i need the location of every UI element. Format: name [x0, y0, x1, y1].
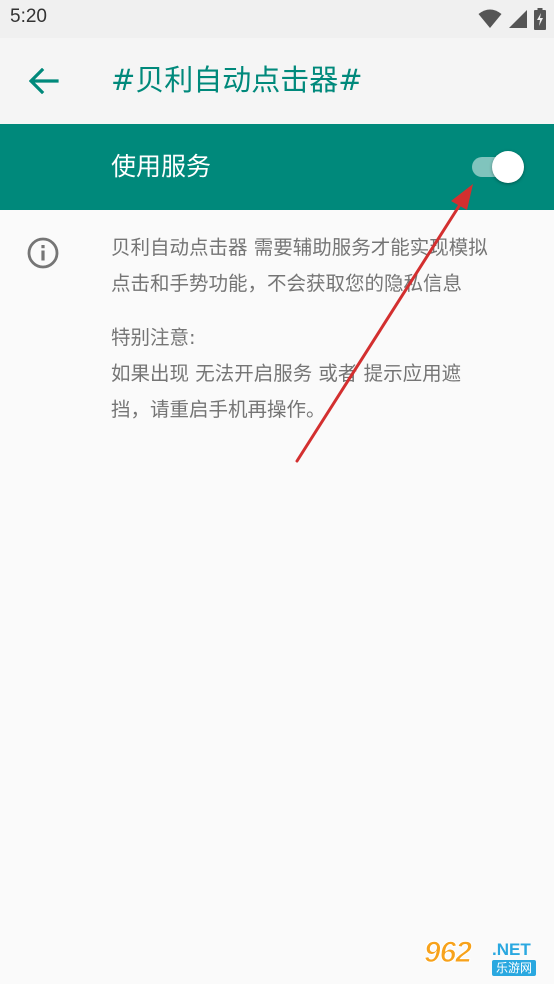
wifi-icon — [478, 9, 502, 28]
watermark-number: 962 — [423, 936, 472, 970]
service-switch-bar[interactable]: 使用服务 — [0, 124, 554, 210]
service-toggle[interactable] — [470, 148, 528, 186]
service-switch-label: 使用服务 — [111, 152, 212, 181]
watermark-site-name: 乐游网 — [492, 960, 537, 976]
info-line: 点击和手势功能，不会获取您的隐私信息 — [111, 272, 463, 295]
toggle-thumb — [492, 151, 524, 183]
signal-icon — [509, 10, 527, 28]
notice-line: 挡，请重启手机再操作。 — [111, 398, 326, 421]
screen: 5:20 #贝利自动点击器# 使用服务 贝利自动点击器 需要辅助服务才能实现模拟… — [0, 0, 554, 984]
info-text: 贝利自动点击器 需要辅助服务才能实现模拟 点击和手势功能，不会获取您的隐私信息 … — [111, 230, 521, 428]
page-title: #贝利自动点击器# — [111, 63, 363, 97]
status-icons — [478, 7, 546, 31]
watermark-logo: 962 .NET 乐游网 — [416, 934, 550, 980]
info-line: 贝利自动点击器 需要辅助服务才能实现模拟 — [111, 236, 488, 259]
info-icon — [27, 237, 59, 269]
back-button[interactable] — [20, 58, 68, 104]
status-time: 5:20 — [10, 6, 47, 27]
arrow-left-icon — [29, 68, 59, 94]
app-bar: #贝利自动点击器# — [0, 38, 554, 124]
notice-line: 如果出现 无法开启服务 或者 提示应用遮 — [111, 362, 462, 385]
notice-heading: 特别注意: — [111, 326, 196, 349]
status-bar: 5:20 — [0, 0, 554, 38]
watermark-domain: .NET — [492, 940, 531, 959]
battery-charging-icon — [534, 8, 546, 30]
